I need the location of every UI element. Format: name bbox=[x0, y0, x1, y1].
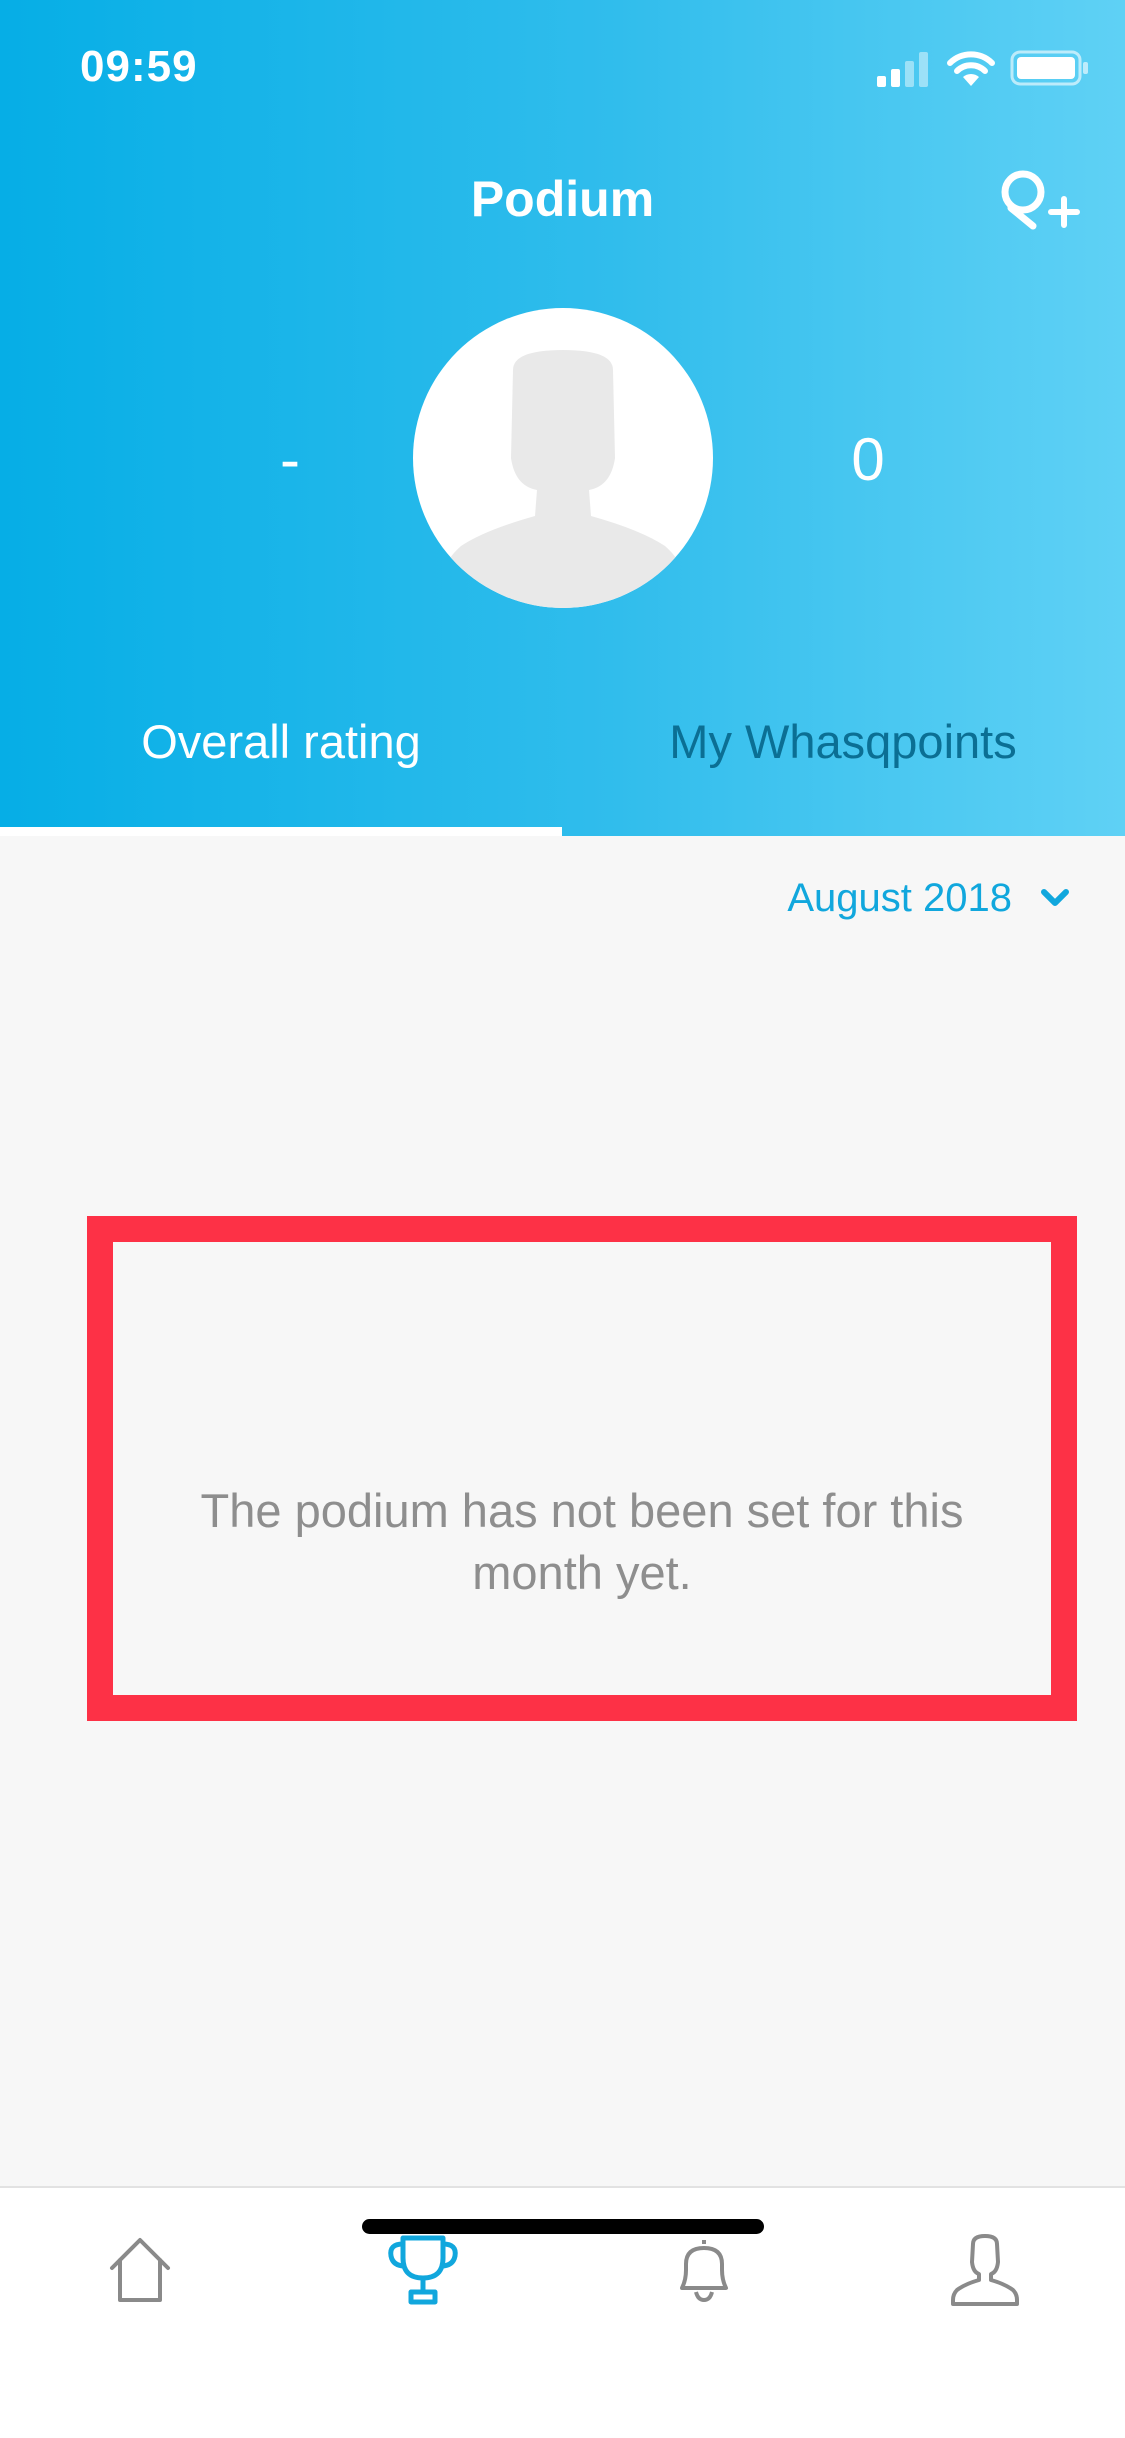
signal-icon bbox=[877, 52, 928, 87]
tab-selected-indicator bbox=[0, 827, 562, 836]
battery-icon bbox=[1010, 50, 1088, 86]
profile-icon bbox=[951, 2234, 1019, 2306]
empty-state-box: The podium has not been set for this mon… bbox=[87, 1216, 1077, 1721]
tab-bar-profile[interactable] bbox=[945, 2230, 1025, 2310]
status-bar: 09:59 bbox=[0, 0, 1125, 140]
tab-my-whasqpoints[interactable]: My Whasqpoints bbox=[562, 690, 1124, 836]
page-title: Podium bbox=[470, 171, 655, 227]
tab-bar-home[interactable] bbox=[100, 2230, 180, 2310]
nav-bar: Podium bbox=[0, 140, 1125, 266]
person-silhouette-icon bbox=[441, 350, 685, 608]
wifi-icon bbox=[947, 51, 995, 86]
trophy-icon bbox=[388, 2235, 458, 2305]
tab-label: My Whasqpoints bbox=[669, 715, 1017, 768]
add-user-icon bbox=[1001, 170, 1080, 230]
tab-label: Overall rating bbox=[141, 715, 421, 768]
tab-row: Overall rating My Whasqpoints bbox=[0, 690, 1125, 836]
status-time: 09:59 bbox=[80, 42, 198, 91]
rank-value: - bbox=[280, 426, 300, 493]
add-user-button[interactable] bbox=[993, 160, 1083, 240]
empty-state-message: The podium has not been set for this mon… bbox=[200, 1484, 964, 1599]
profile-summary: - 0 bbox=[0, 300, 1125, 620]
header: 09:59 Podium - 0 Overall rating My Whasq… bbox=[0, 0, 1125, 836]
avatar[interactable] bbox=[413, 308, 713, 608]
month-label: August 2018 bbox=[787, 875, 1012, 920]
month-selector[interactable]: August 2018 bbox=[787, 868, 1070, 928]
tab-overall-rating[interactable]: Overall rating bbox=[0, 690, 562, 836]
home-icon bbox=[110, 2238, 170, 2302]
chevron-down-icon bbox=[1041, 889, 1069, 906]
tab-bar-podium[interactable] bbox=[383, 2230, 463, 2310]
tab-bar-notifications[interactable] bbox=[664, 2230, 744, 2310]
points-value: 0 bbox=[851, 426, 885, 493]
home-indicator bbox=[362, 2219, 764, 2234]
bell-icon bbox=[680, 2240, 728, 2303]
